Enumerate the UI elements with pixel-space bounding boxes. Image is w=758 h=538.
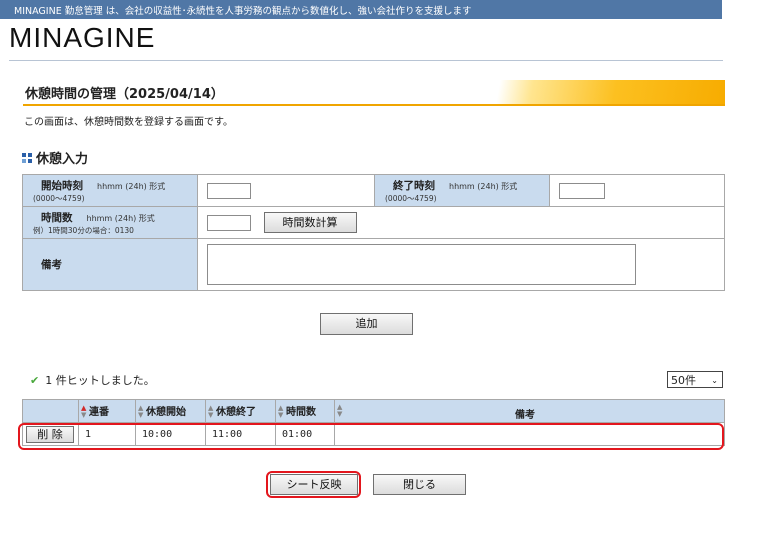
title-bar-gradient xyxy=(450,80,725,104)
hours-input[interactable] xyxy=(207,214,251,231)
hit-count: ✔ 1 件ヒットしました。 xyxy=(30,372,155,388)
header-seq-label: 連番 xyxy=(89,407,109,418)
memo-label-cell: 備考 xyxy=(22,238,198,291)
header-memo-label: 備考 xyxy=(515,410,535,421)
section-heading: 休憩入力 xyxy=(22,148,88,167)
memo-input-cell xyxy=(197,238,725,291)
calc-hours-button[interactable]: 時間数計算 xyxy=(263,212,357,233)
header-memo[interactable]: ▲ ▼ 備考 xyxy=(334,399,725,423)
hours-label: 時間数 xyxy=(41,211,73,224)
start-time-input[interactable] xyxy=(207,182,251,199)
end-time-label-cell: 終了時刻 hhmm (24h) 形式 (0000～4759) xyxy=(374,174,550,207)
header-break-start-label: 休憩開始 xyxy=(146,407,186,418)
sort-arrows-icon: ▲ ▼ xyxy=(278,404,284,419)
sort-arrows-icon: ▲ ▼ xyxy=(208,404,214,419)
sort-arrows-icon: ▲ ▼ xyxy=(81,404,87,419)
header-hours-label: 時間数 xyxy=(286,407,316,418)
page-description: この画面は、休憩時間数を登録する画面です。 xyxy=(24,117,233,128)
banner-tagline: MINAGINE 勤怠管理 は、会社の収益性･永続性を人事労務の観点から数値化し… xyxy=(14,6,472,17)
header-break-start[interactable]: ▲ ▼ 休憩開始 xyxy=(135,399,206,423)
close-button[interactable]: 閉じる xyxy=(373,474,466,495)
start-time-range: (0000～4759) xyxy=(33,193,85,203)
header-break-end[interactable]: ▲ ▼ 休憩終了 xyxy=(205,399,276,423)
header-hours[interactable]: ▲ ▼ 時間数 xyxy=(275,399,335,423)
sort-arrows-icon: ▲ ▼ xyxy=(337,403,343,418)
chevron-down-icon: ⌄ xyxy=(711,376,718,385)
sheet-button-highlight xyxy=(266,471,361,498)
hours-label-cell: 時間数 hhmm (24h) 形式 例）1時間30分の場合：0130 xyxy=(22,206,198,239)
header-divider xyxy=(9,60,723,61)
hours-format: hhmm (24h) 形式 xyxy=(86,213,155,223)
hit-count-text: 1 件ヒットしました。 xyxy=(45,374,155,387)
start-time-label: 開始時刻 xyxy=(41,179,83,192)
logo: MINAGINE xyxy=(9,22,156,53)
end-time-label: 終了時刻 xyxy=(393,179,435,192)
break-input-form: 開始時刻 hhmm (24h) 形式 (0000～4759) 終了時刻 hhmm (… xyxy=(22,174,725,291)
sort-arrows-icon: ▲ ▼ xyxy=(138,404,144,419)
start-time-format: hhmm (24h) 形式 xyxy=(97,181,166,191)
per-page-select[interactable]: 50件 ⌄ xyxy=(667,371,723,388)
grid-bullet-icon xyxy=(22,153,32,163)
start-time-label-cell: 開始時刻 hhmm (24h) 形式 (0000～4759) xyxy=(22,174,198,207)
memo-label: 備考 xyxy=(41,259,62,271)
end-time-input-cell xyxy=(549,174,725,207)
page-title: 休憩時間の管理（2025/04/14） xyxy=(25,87,224,102)
row-highlight xyxy=(18,423,724,450)
header-break-end-label: 休憩終了 xyxy=(216,407,256,418)
start-time-input-cell xyxy=(197,174,375,207)
add-button[interactable]: 追加 xyxy=(320,313,413,335)
section-title: 休憩入力 xyxy=(36,152,89,167)
per-page-value: 50件 xyxy=(671,374,696,387)
end-time-range: (0000～4759) xyxy=(385,193,437,203)
page-title-bar: 休憩時間の管理（2025/04/14） xyxy=(23,80,725,106)
memo-textarea[interactable] xyxy=(207,244,636,285)
end-time-input[interactable] xyxy=(559,182,605,199)
header-seq[interactable]: ▲ ▼ 連番 xyxy=(78,399,136,423)
hours-input-cell: 時間数計算 xyxy=(197,206,725,239)
hours-example: 例）1時間30分の場合：0130 xyxy=(33,225,134,235)
check-icon: ✔ xyxy=(30,374,40,387)
end-time-format: hhmm (24h) 形式 xyxy=(449,181,518,191)
header-delete xyxy=(22,399,79,423)
top-banner: MINAGINE 勤怠管理 は、会社の収益性･永続性を人事労務の観点から数値化し… xyxy=(0,0,722,19)
